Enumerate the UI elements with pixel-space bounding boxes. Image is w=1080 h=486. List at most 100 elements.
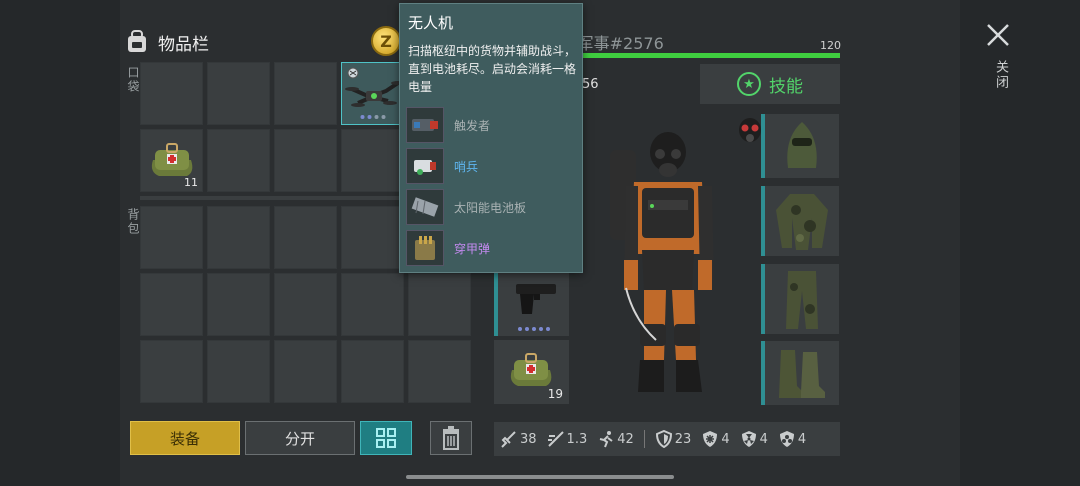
- backpack-slot[interactable]: [341, 340, 404, 403]
- tooltip-module-sentry[interactable]: 哨兵: [406, 148, 478, 184]
- trash-button[interactable]: [430, 421, 472, 455]
- sentry-module-thumb: [406, 148, 444, 184]
- cold-resist-icon: [703, 431, 718, 447]
- camo-pants-icon: [786, 271, 818, 329]
- quick-medkit-count: 19: [547, 387, 563, 401]
- hp-max-value: 120: [820, 39, 841, 52]
- grid-icon: [376, 428, 396, 448]
- weapon-slot-pistol[interactable]: [494, 268, 569, 336]
- skills-label: 技能: [769, 76, 803, 97]
- equip-button[interactable]: 装备: [130, 421, 240, 455]
- tooltip-module-label: 穿甲弹: [454, 241, 491, 256]
- run-speed-icon: [599, 431, 613, 448]
- tooltip-module-label: 太阳能电池板: [454, 200, 527, 215]
- drone-item-slot[interactable]: [341, 62, 404, 125]
- camo-jacket-icon: [776, 194, 828, 250]
- tooltip-module-ap-ammo[interactable]: 穿甲弹: [406, 230, 490, 266]
- pocket-slot[interactable]: [341, 129, 404, 192]
- equip-slot-feet[interactable]: [761, 341, 839, 405]
- solar-module-thumb: [406, 189, 444, 225]
- pocket-slot[interactable]: [274, 129, 337, 192]
- stats-bar: 38 1.3 42 23 4 4 4: [494, 422, 840, 456]
- equip-slot-legs[interactable]: [761, 264, 839, 334]
- backpack-slot[interactable]: [207, 340, 270, 403]
- stat-value: 1.3: [566, 431, 588, 447]
- trigger-module-icon: [412, 119, 438, 131]
- stat-value: 4: [759, 431, 768, 447]
- tooltip-module-label: 触发者: [454, 118, 491, 133]
- pistol-icon: [516, 284, 556, 314]
- tooltip-module-label: 哨兵: [454, 159, 479, 174]
- melee-damage-icon: [501, 431, 516, 448]
- left-margin: [0, 0, 120, 486]
- backpack-icon: [128, 30, 146, 52]
- backpack-slot[interactable]: [207, 273, 270, 336]
- pocket-slot[interactable]: [207, 129, 270, 192]
- solar-panel-icon: [411, 197, 439, 217]
- stat-value: 23: [674, 431, 692, 447]
- stat-cold-resist: 4: [701, 430, 730, 448]
- backpack-slot[interactable]: [274, 206, 337, 269]
- stat-value: 38: [520, 431, 537, 447]
- water-value: 56: [582, 76, 599, 92]
- stat-value: 42: [617, 431, 634, 447]
- backpack-slot[interactable]: [207, 206, 270, 269]
- ammo-box-icon: [415, 236, 435, 260]
- backpack-slot[interactable]: [341, 206, 404, 269]
- medkit-icon: [510, 353, 552, 386]
- stats-separator: [643, 430, 645, 448]
- close-label[interactable]: 关闭: [991, 60, 1010, 90]
- star-icon: ★: [737, 72, 761, 96]
- backpack-slot[interactable]: [408, 340, 471, 403]
- radiation-resist-icon: [741, 431, 756, 447]
- coin-icon: Z: [371, 26, 401, 56]
- gas-mask-icon[interactable]: [736, 117, 764, 145]
- right-margin: [960, 0, 1080, 486]
- player-character: [610, 132, 714, 392]
- ap-ammo-thumb: [406, 230, 444, 266]
- inventory-header: 物品栏: [124, 24, 209, 60]
- attack-speed-icon: [547, 431, 564, 447]
- quick-slot-medkit[interactable]: 19: [494, 340, 569, 404]
- trigger-module-thumb: [406, 107, 444, 143]
- drone-icon: [345, 67, 404, 107]
- backpack-slot[interactable]: [140, 273, 203, 336]
- medkit-count: 11: [184, 176, 198, 189]
- pocket-slot[interactable]: [207, 62, 270, 125]
- stat-bio-resist: 4: [778, 430, 806, 448]
- armor-icon: [655, 430, 672, 448]
- item-tooltip: 无人机 扫描枢纽中的货物并辅助战斗，直到电池耗尽。启动会消耗一格电量 触发者 哨…: [399, 3, 583, 273]
- tooltip-module-trigger[interactable]: 触发者: [406, 107, 490, 143]
- medkit-item-slot[interactable]: 11: [140, 129, 203, 192]
- equip-slot-head[interactable]: [761, 114, 839, 178]
- backpack-slot[interactable]: [274, 273, 337, 336]
- skills-button[interactable]: ★ 技能: [700, 64, 840, 104]
- inventory-title: 物品栏: [158, 34, 209, 55]
- stat-melee-damage: 38: [500, 430, 537, 448]
- trash-icon: [443, 426, 459, 450]
- stat-radiation-resist: 4: [740, 430, 768, 448]
- sort-grid-button[interactable]: [360, 421, 412, 455]
- stat-attack-speed: 1.3: [547, 430, 588, 448]
- stat-value: 4: [721, 431, 730, 447]
- stat-value: 4: [797, 431, 807, 447]
- ammo-dots: [517, 327, 550, 331]
- equip-slot-chest[interactable]: [761, 186, 839, 256]
- charge-dots: [360, 115, 385, 119]
- boots-icon: [779, 350, 825, 398]
- stat-run-speed: 42: [597, 430, 634, 448]
- backpack-slot[interactable]: [140, 340, 203, 403]
- home-indicator[interactable]: [406, 475, 674, 479]
- sentry-module-icon: [414, 160, 436, 175]
- backpack-slot[interactable]: [408, 273, 471, 336]
- backpack-slot[interactable]: [274, 340, 337, 403]
- tooltip-module-solar[interactable]: 太阳能电池板: [406, 189, 526, 225]
- backpack-slot[interactable]: [341, 273, 404, 336]
- bio-resist-icon: [779, 431, 794, 447]
- split-button[interactable]: 分开: [245, 421, 355, 455]
- close-icon[interactable]: [985, 22, 1011, 48]
- pocket-slot[interactable]: [140, 62, 203, 125]
- balaclava-icon: [787, 122, 817, 168]
- pocket-slot[interactable]: [274, 62, 337, 125]
- backpack-slot[interactable]: [140, 206, 203, 269]
